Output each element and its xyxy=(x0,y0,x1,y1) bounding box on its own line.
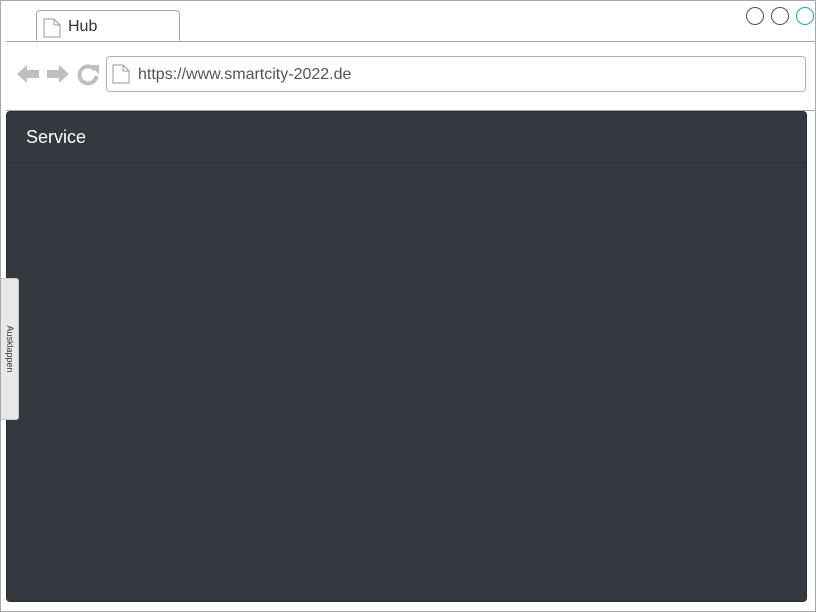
panel-header: Service xyxy=(7,112,806,163)
page-icon xyxy=(43,18,61,43)
panel-title: Service xyxy=(26,127,87,147)
address-bar[interactable]: https://www.smartcity-2022.de xyxy=(106,56,806,92)
maximize-icon[interactable] xyxy=(771,7,789,25)
page-icon xyxy=(112,64,130,89)
url-text[interactable]: https://www.smartcity-2022.de xyxy=(138,66,351,84)
browser-window: Hub https://www.smartcity-2022.de Servic… xyxy=(0,0,816,612)
navigation-bar: https://www.smartcity-2022.de xyxy=(6,42,816,110)
service-panel: Service xyxy=(6,111,807,602)
back-arrow-icon[interactable] xyxy=(16,62,40,91)
close-icon[interactable] xyxy=(796,7,814,25)
tab-label: Hub xyxy=(68,18,98,35)
side-tab-label: Ausklappen xyxy=(4,325,15,373)
tab-hub[interactable]: Hub xyxy=(36,10,180,41)
forward-arrow-icon[interactable] xyxy=(46,62,70,91)
expand-side-tab[interactable]: Ausklappen xyxy=(1,278,19,420)
tab-bar: Hub xyxy=(6,1,816,42)
minimize-icon[interactable] xyxy=(746,7,764,25)
reload-icon[interactable] xyxy=(76,62,100,91)
